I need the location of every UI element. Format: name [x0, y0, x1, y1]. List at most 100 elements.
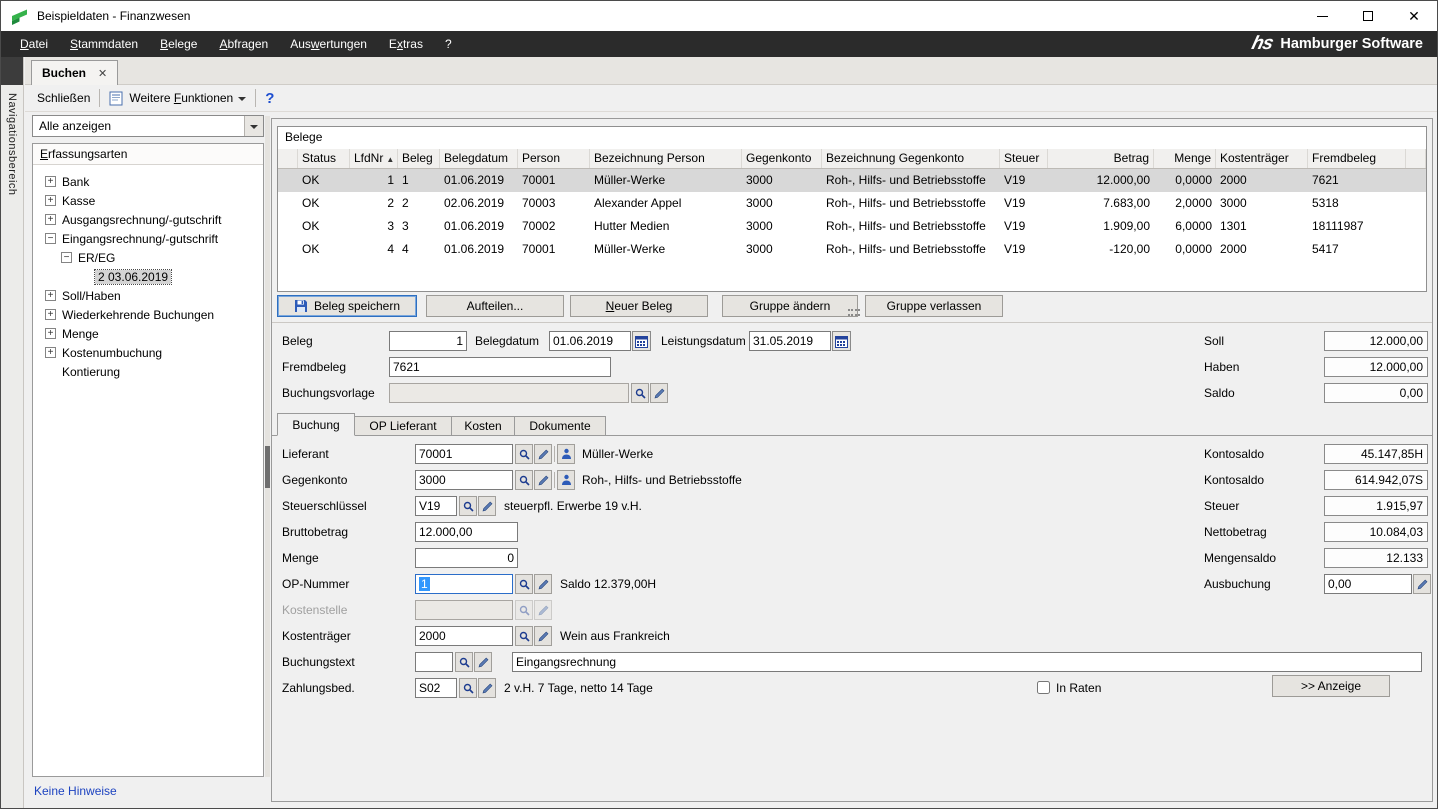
col-fremdbeleg[interactable]: Fremdbeleg — [1308, 149, 1406, 168]
expander-icon[interactable]: − — [45, 233, 56, 244]
belegdatum-calendar-button[interactable] — [632, 331, 651, 351]
buchungsvorlage-search-button[interactable] — [631, 383, 649, 403]
gegenkonto-person-search-button[interactable] — [557, 470, 575, 490]
tab-dokumente[interactable]: Dokumente — [514, 416, 606, 436]
col-beleg[interactable]: Beleg — [398, 149, 440, 168]
lieferant-field[interactable] — [415, 444, 513, 464]
expander-icon[interactable]: + — [45, 214, 56, 225]
bruttobetrag-field[interactable] — [415, 522, 518, 542]
leistungsdatum-calendar-button[interactable] — [832, 331, 851, 351]
col-gegenkonto[interactable]: Gegenkonto — [742, 149, 822, 168]
save-button[interactable]: Beleg speichern — [277, 295, 417, 317]
close-view-button[interactable]: Schließen — [37, 91, 90, 105]
gegenkonto-edit-button[interactable] — [534, 470, 552, 490]
col-kostentraeger[interactable]: Kostenträger — [1216, 149, 1308, 168]
leave-group-button[interactable]: Gruppe verlassen — [865, 295, 1003, 317]
tree-item-wiederkehrende-buchungen[interactable]: +Wiederkehrende Buchungen — [33, 305, 263, 324]
expander-icon[interactable]: + — [45, 328, 56, 339]
tree-item-kostenumbuchung[interactable]: +Kostenumbuchung — [33, 343, 263, 362]
tree-item-er-eg[interactable]: −ER/EG — [33, 248, 263, 267]
tree-item-soll-haben[interactable]: +Soll/Haben — [33, 286, 263, 305]
lieferant-edit-button[interactable] — [534, 444, 552, 464]
expander-icon[interactable]: + — [45, 176, 56, 187]
col-bezeichnung-person[interactable]: Bezeichnung Person — [590, 149, 742, 168]
belegdatum-field[interactable] — [549, 331, 631, 351]
leistungsdatum-field[interactable] — [749, 331, 831, 351]
op-nummer-edit-button[interactable] — [534, 574, 552, 594]
tab-kosten[interactable]: Kosten — [451, 416, 515, 436]
buchungstext-search-button[interactable] — [455, 652, 473, 672]
tree-item-kontierung[interactable]: Kontierung — [33, 362, 263, 381]
sidebar-scrollbar[interactable] — [265, 116, 270, 777]
gegenkonto-field[interactable] — [415, 470, 513, 490]
split-button[interactable]: Aufteilen... — [426, 295, 564, 317]
buchungstext-edit-button[interactable] — [474, 652, 492, 672]
tree-item-bank[interactable]: +Bank — [33, 172, 263, 191]
menge-field[interactable] — [415, 548, 518, 568]
new-document-button[interactable]: Neuer Beleg — [570, 295, 708, 317]
steuerschluessel-search-button[interactable] — [459, 496, 477, 516]
tree-item-menge[interactable]: +Menge — [33, 324, 263, 343]
close-icon[interactable]: ✕ — [1391, 1, 1437, 31]
tab-op-lieferant[interactable]: OP Lieferant — [354, 416, 452, 436]
zahlungsbedingung-edit-button[interactable] — [478, 678, 496, 698]
col-status[interactable]: Status — [298, 149, 350, 168]
lieferant-search-button[interactable] — [515, 444, 533, 464]
kostentraeger-field[interactable] — [415, 626, 513, 646]
expander-icon[interactable]: + — [45, 309, 56, 320]
buchungsvorlage-edit-button[interactable] — [650, 383, 668, 403]
tab-buchung[interactable]: Buchung — [277, 413, 355, 436]
menu-abfragen[interactable]: Abfragen — [208, 31, 279, 57]
table-row[interactable]: OK 4 4 01.06.2019 70001 Müller-Werke 300… — [278, 238, 1426, 261]
expander-icon[interactable]: + — [45, 347, 56, 358]
beleg-number-field[interactable] — [389, 331, 467, 351]
help-icon[interactable]: ? — [265, 90, 274, 107]
kostentraeger-edit-button[interactable] — [534, 626, 552, 646]
scrollbar-thumb[interactable] — [265, 446, 270, 488]
op-nummer-field[interactable]: 1 — [415, 574, 513, 594]
table-row[interactable]: OK 3 3 01.06.2019 70002 Hutter Medien 30… — [278, 215, 1426, 238]
hints-footer[interactable]: Keine Hinweise — [34, 784, 117, 798]
menu-belege[interactable]: Belege — [149, 31, 208, 57]
more-functions-button[interactable]: Weitere Funktionen — [109, 91, 246, 106]
col-lfdnr[interactable]: LfdNr▲ — [350, 149, 398, 168]
expander-icon[interactable]: + — [45, 195, 56, 206]
tree-item-session-selected[interactable]: 2 03.06.2019 — [33, 267, 263, 286]
expander-icon[interactable]: + — [45, 290, 56, 301]
maximize-icon[interactable] — [1345, 1, 1391, 31]
col-steuer[interactable]: Steuer — [1000, 149, 1048, 168]
change-group-button[interactable]: Gruppe ändern — [722, 295, 858, 317]
tree-item-eingangsrechnung[interactable]: −Eingangsrechnung/-gutschrift — [33, 229, 263, 248]
col-menge[interactable]: Menge — [1154, 149, 1216, 168]
sidebar-header-erfassungsarten[interactable]: Erfassungsarten — [33, 144, 263, 165]
table-row[interactable]: OK 1 1 01.06.2019 70001 Müller-Werke 300… — [278, 169, 1426, 192]
table-row[interactable]: OK 2 2 02.06.2019 70003 Alexander Appel … — [278, 192, 1426, 215]
col-bezeichnung-gegenkonto[interactable]: Bezeichnung Gegenkonto — [822, 149, 1000, 168]
menu-help[interactable]: ? — [434, 31, 463, 57]
navstrip-collapse-button[interactable] — [1, 57, 23, 85]
tree-item-kasse[interactable]: +Kasse — [33, 191, 263, 210]
kostentraeger-search-button[interactable] — [515, 626, 533, 646]
menu-auswertungen[interactable]: Auswertungen — [279, 31, 378, 57]
buchungstext-code-field[interactable] — [415, 652, 453, 672]
steuerschluessel-edit-button[interactable] — [478, 496, 496, 516]
tree-item-ausgangsrechnung[interactable]: +Ausgangsrechnung/-gutschrift — [33, 210, 263, 229]
col-belegdatum[interactable]: Belegdatum — [440, 149, 518, 168]
ausbuchung-edit-button[interactable] — [1413, 574, 1431, 594]
drag-handle[interactable] — [848, 309, 860, 316]
zahlungsbedingung-field[interactable] — [415, 678, 457, 698]
menu-datei[interactable]: Datei — [9, 31, 59, 57]
minimize-icon[interactable] — [1299, 1, 1345, 31]
combo-arrow-button[interactable] — [244, 116, 263, 136]
anzeige-button[interactable]: >> Anzeige — [1272, 675, 1390, 697]
menu-stammdaten[interactable]: Stammdaten — [59, 31, 149, 57]
lieferant-person-search-button[interactable] — [557, 444, 575, 464]
expander-icon[interactable]: − — [61, 252, 72, 263]
ausbuchung-field[interactable] — [1324, 574, 1412, 594]
gegenkonto-search-button[interactable] — [515, 470, 533, 490]
zahlungsbedingung-search-button[interactable] — [459, 678, 477, 698]
steuerschluessel-field[interactable] — [415, 496, 457, 516]
col-person[interactable]: Person — [518, 149, 590, 168]
op-nummer-search-button[interactable] — [515, 574, 533, 594]
fremdbeleg-field[interactable] — [389, 357, 611, 377]
